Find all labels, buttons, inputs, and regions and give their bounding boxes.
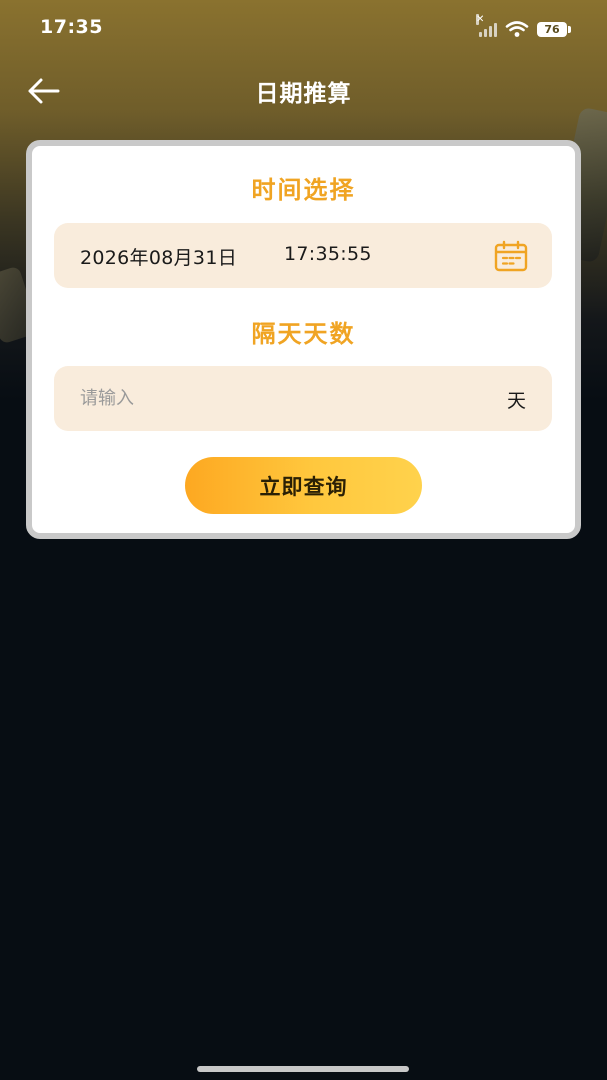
- home-indicator[interactable]: [197, 1066, 409, 1072]
- days-input-field: 天: [54, 366, 552, 431]
- battery-level: 76: [544, 22, 560, 36]
- days-unit-label: 天: [506, 390, 526, 412]
- status-time: 17:35: [40, 16, 103, 38]
- date-value: 2026年08月31日: [80, 247, 238, 269]
- calculator-card: 时间选择 2026年08月31日 17:35:55 隔天天数 天 立即查询: [26, 140, 581, 539]
- signal-muted-icon: ✕: [476, 14, 497, 37]
- time-value: 17:35:55: [284, 243, 372, 265]
- calendar-icon[interactable]: [494, 240, 528, 272]
- date-time-picker-field[interactable]: 2026年08月31日 17:35:55: [54, 223, 552, 288]
- time-section-title: 时间选择: [251, 176, 356, 204]
- arrow-left-icon: [28, 78, 60, 104]
- back-button[interactable]: [24, 74, 64, 108]
- days-input[interactable]: [80, 366, 460, 431]
- status-bar: 17:35 ✕ 76: [0, 0, 607, 58]
- screen: 17:35 ✕ 76 日期推算 时间选择 2026年08月31日 17:35:5…: [0, 0, 607, 1080]
- wifi-icon: [505, 21, 529, 37]
- days-section-title: 隔天天数: [251, 320, 356, 348]
- status-icons: ✕ 76: [476, 14, 571, 40]
- battery-icon: 76: [537, 21, 571, 37]
- query-button[interactable]: 立即查询: [185, 457, 422, 514]
